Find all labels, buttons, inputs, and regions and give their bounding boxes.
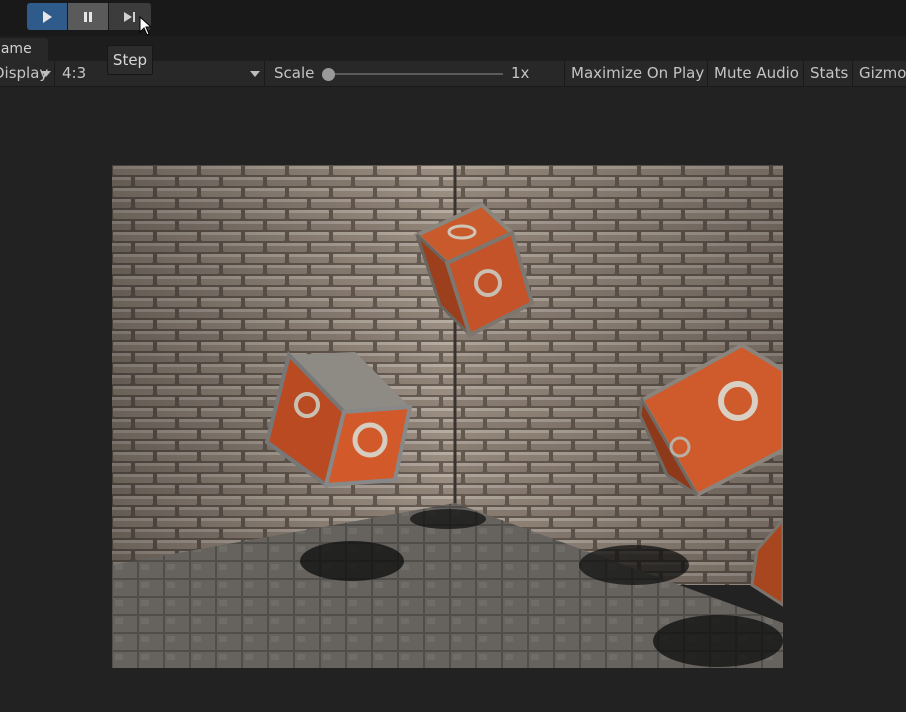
play-toolbar — [0, 0, 906, 36]
play-icon — [43, 10, 52, 23]
scale-slider-thumb[interactable] — [322, 68, 335, 81]
display-dropdown[interactable]: Display 1 — [0, 61, 55, 87]
aspect-value: 4:3 — [62, 64, 87, 82]
chevron-down-icon — [41, 71, 51, 77]
step-tooltip: Step — [107, 45, 153, 75]
gizmos-button[interactable]: Gizmos — [853, 61, 906, 87]
play-button[interactable] — [27, 3, 67, 30]
pause-icon — [84, 11, 92, 22]
tab-game[interactable]: Game — [0, 38, 48, 61]
aspect-dropdown[interactable]: 4:3 — [56, 61, 265, 87]
maximize-on-play-button[interactable]: Maximize On Play — [565, 61, 706, 87]
mouse-cursor-icon — [139, 16, 151, 36]
scale-label: Scale — [274, 64, 315, 82]
stats-button[interactable]: Stats — [804, 61, 852, 87]
game-scene — [112, 165, 783, 668]
mute-audio-button[interactable]: Mute Audio — [708, 61, 802, 87]
step-icon — [124, 11, 135, 22]
scale-value: 1x — [511, 64, 530, 82]
game-viewport[interactable] — [112, 165, 783, 668]
scale-slider-track[interactable] — [328, 73, 503, 75]
pause-button[interactable] — [68, 3, 108, 30]
chevron-down-icon — [250, 71, 260, 77]
